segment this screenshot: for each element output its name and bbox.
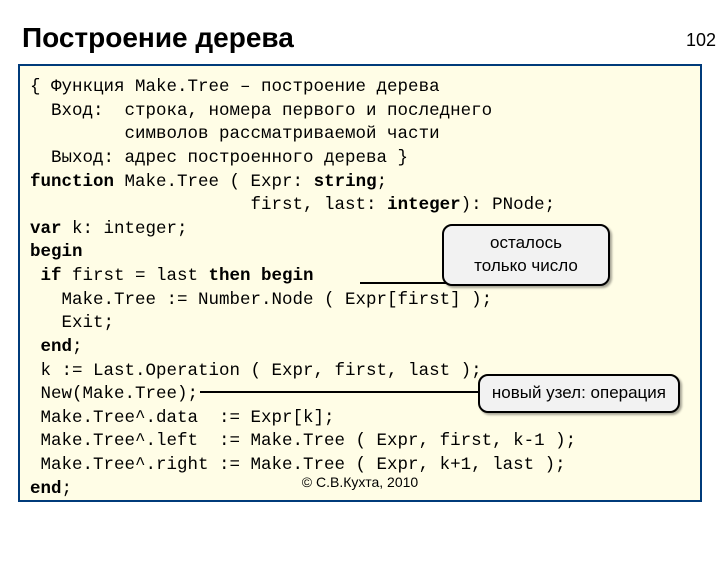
code-line: Вход: строка, номера первого и последнег… xyxy=(30,100,694,124)
code-line: Exit; xyxy=(30,312,694,336)
copyright: © С.В.Кухта, 2010 xyxy=(302,473,418,492)
callout-text: только число xyxy=(456,255,596,278)
kw-string: string xyxy=(314,172,377,192)
code-text: first = last xyxy=(62,266,209,286)
kw-then-begin: then begin xyxy=(209,266,314,286)
code-line: first, last: integer): PNode; xyxy=(30,194,694,218)
code-line: символов рассматриваемой части xyxy=(30,123,694,147)
callout-new-node: новый узел: операция xyxy=(478,374,680,413)
code-text: Make.Tree ( Expr: xyxy=(114,172,314,192)
code-text: ; xyxy=(72,337,83,357)
callout-text: осталось xyxy=(456,232,596,255)
kw-end: end xyxy=(30,337,72,357)
code-line: { Функция Make.Tree – построение дерева xyxy=(30,76,694,100)
callout-number-only: осталось только число xyxy=(442,224,610,286)
code-block: { Функция Make.Tree – построение дерева … xyxy=(18,64,702,502)
code-line: Выход: адрес построенного дерева } xyxy=(30,147,694,171)
code-line: Make.Tree^.left := Make.Tree ( Expr, fir… xyxy=(30,430,694,454)
slide-title: Построение дерева xyxy=(22,22,720,54)
leader-line xyxy=(200,391,480,393)
kw-integer: integer xyxy=(387,195,461,215)
code-line: Make.Tree := Number.Node ( Expr[first] )… xyxy=(30,289,694,313)
code-text: ; xyxy=(377,172,388,192)
code-text: ): PNode; xyxy=(461,195,556,215)
kw-end: end xyxy=(30,479,62,499)
kw-var: var xyxy=(30,219,62,239)
code-text: k: integer; xyxy=(62,219,188,239)
code-line: function Make.Tree ( Expr: string; xyxy=(30,171,694,195)
code-text: ; xyxy=(62,479,73,499)
callout-text: новый узел: операция xyxy=(492,383,666,402)
kw-if: if xyxy=(30,266,62,286)
kw-function: function xyxy=(30,172,114,192)
code-text: first, last: xyxy=(30,195,387,215)
page-number: 102 xyxy=(686,30,716,51)
code-line: end; xyxy=(30,336,694,360)
